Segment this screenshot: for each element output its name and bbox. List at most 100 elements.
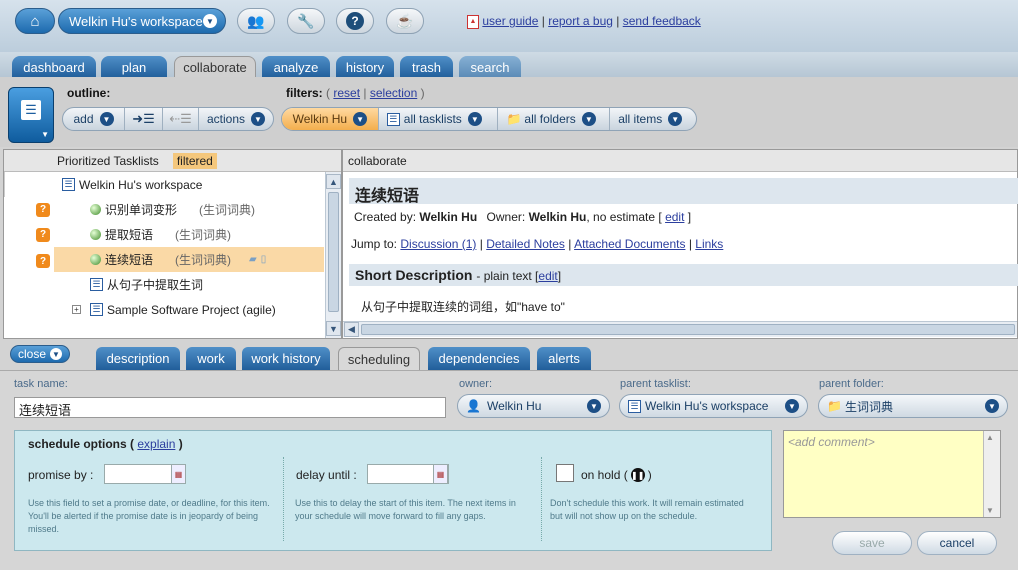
tab-dependencies[interactable]: dependencies (428, 347, 530, 370)
created-label: Created by: (354, 210, 417, 224)
tree-row-project[interactable]: + ☰ Sample Software Project (agile) (4, 297, 324, 322)
separator: | (363, 86, 367, 100)
horizontal-scrollbar[interactable]: ◀ (343, 321, 1017, 337)
edit-description-link[interactable]: edit (538, 269, 557, 283)
tab-alerts[interactable]: alerts (537, 347, 591, 370)
close-button[interactable]: close ▼ (10, 345, 70, 363)
scroll-thumb[interactable] (328, 192, 339, 312)
on-hold-checkbox[interactable] (556, 464, 574, 482)
detailed-notes-link[interactable]: Detailed Notes (486, 237, 565, 251)
user-guide-link[interactable]: user guide (482, 14, 538, 28)
tree-row-task[interactable]: ? 识别单词变形 (生词词典) (4, 197, 324, 222)
priority-question-icon: ? (36, 202, 50, 217)
calendar-icon[interactable]: ▦ (171, 464, 186, 484)
created-by-value: Welkin Hu (419, 210, 478, 224)
owner-select[interactable]: 👤 Welkin Hu ▼ (457, 394, 610, 418)
tasklist-panel: Prioritized Tasklists filtered ☰ Welkin … (3, 149, 342, 339)
scroll-down-icon[interactable]: ▼ (986, 506, 994, 515)
tab-plan[interactable]: plan (101, 56, 167, 78)
reset-filters-link[interactable]: reset (333, 86, 360, 100)
parent-tasklist-select[interactable]: ☰ Welkin Hu's workspace ▼ (619, 394, 808, 418)
tab-description[interactable]: description (96, 347, 180, 370)
tasklist-filter-button[interactable]: ☰ all tasklists ▼ (379, 108, 499, 130)
save-button[interactable]: save (832, 531, 912, 555)
estimate-text: , no estimate [ (586, 210, 662, 224)
tools-button[interactable]: 🔧 (287, 8, 325, 34)
scroll-down-icon[interactable]: ▼ (326, 321, 341, 336)
scroll-up-icon[interactable]: ▲ (986, 433, 994, 442)
indent-icon: ➜☰ (132, 111, 155, 126)
tab-dashboard[interactable]: dashboard (12, 56, 96, 78)
owner-label: Owner: (486, 210, 526, 224)
chevron-down-icon: ▼ (581, 112, 596, 126)
collaborate-panel: collaborate 连续短语 Created by: Welkin Hu O… (342, 149, 1018, 339)
tree-row-task-selected[interactable]: 连续短语 (生词词典) ▰ ▯ (54, 247, 324, 272)
chevron-down-icon: ▼ (41, 130, 49, 139)
selection-filter-link[interactable]: selection (370, 86, 417, 100)
priority-question-icon: ? (36, 254, 50, 268)
discussion-link[interactable]: Discussion (1) (400, 237, 476, 251)
task-name-input[interactable]: 连续短语 (14, 397, 446, 418)
tab-search[interactable]: search (459, 56, 521, 78)
send-feedback-link[interactable]: send feedback (623, 14, 701, 28)
tab-scheduling[interactable]: scheduling (338, 347, 420, 371)
link-separator: | (541, 14, 545, 28)
owner-filter-label: Welkin Hu (292, 112, 348, 126)
help-button[interactable]: ? (336, 8, 374, 34)
coffee-button[interactable]: ☕ (386, 8, 424, 34)
people-button[interactable]: 👥 (237, 8, 275, 34)
scroll-left-icon[interactable]: ◀ (344, 322, 359, 337)
question-icon: ? (346, 12, 364, 30)
explain-link[interactable]: explain (137, 437, 175, 451)
add-button[interactable]: add ▼ (63, 108, 125, 130)
links-link[interactable]: Links (695, 237, 723, 251)
tab-work[interactable]: work (186, 347, 236, 370)
edit-link[interactable]: edit (665, 210, 684, 224)
schedule-title: schedule options ( explain ) (28, 437, 183, 451)
tree-row-tasklist[interactable]: ☰ 从句子中提取生词 (4, 272, 324, 297)
cancel-button[interactable]: cancel (917, 531, 997, 555)
attached-documents-link[interactable]: Attached Documents (574, 237, 685, 251)
indent-button[interactable]: ➜☰ (125, 108, 163, 130)
outdent-button[interactable]: ⇠☰ (163, 108, 199, 130)
scroll-up-icon[interactable]: ▲ (326, 174, 341, 189)
separator: | (688, 237, 692, 251)
tree-row-workspace[interactable]: ☰ Welkin Hu's workspace (4, 172, 324, 197)
coffee-icon: ☕ (396, 12, 414, 29)
outline-icon: ☰ (21, 100, 41, 120)
promise-help: Use this field to set a promise date, or… (28, 498, 270, 534)
delay-help: Use this to delay the start of this item… (295, 498, 516, 521)
home-icon: ⌂ (30, 12, 40, 30)
tab-work-history[interactable]: work history (242, 347, 330, 370)
owner-filter-button[interactable]: Welkin Hu ▼ (282, 108, 379, 130)
actions-button[interactable]: actions ▼ (199, 108, 273, 130)
task-status-icon (90, 254, 101, 265)
tree-row-task[interactable]: ? 提取短语 (生词词典) (4, 222, 324, 247)
tab-collaborate[interactable]: collaborate (174, 56, 256, 78)
schedule-options-box: schedule options ( explain ) promise by … (14, 430, 772, 551)
tab-trash[interactable]: trash (400, 56, 453, 78)
home-button[interactable]: ⌂ (15, 8, 55, 34)
workspace-selector[interactable]: Welkin Hu's workspace ▼ (58, 8, 226, 34)
filters-label-row: filters: ( reset | selection ) (286, 86, 425, 100)
tab-history[interactable]: history (336, 56, 394, 78)
report-bug-link[interactable]: report a bug (548, 14, 613, 28)
tab-analyze[interactable]: analyze (262, 56, 330, 78)
wrench-icon: 🔧 (297, 12, 315, 29)
folder-filter-button[interactable]: 📁 all folders ▼ (498, 108, 611, 130)
panel-title: Prioritized Tasklists (57, 153, 159, 168)
scroll-thumb[interactable] (361, 324, 1015, 335)
calendar-icon[interactable]: ▦ (433, 464, 448, 484)
outline-view-button[interactable]: ☰ ▼ (8, 87, 54, 143)
tasklist-filter-label: all tasklists (403, 112, 462, 126)
parent-folder-select[interactable]: 📁 生词词典 ▼ (818, 394, 1008, 418)
pause-icon: ❚❚ (630, 468, 645, 482)
tree-scrollbar[interactable]: ▲ ▼ (325, 172, 341, 338)
items-filter-button[interactable]: all items ▼ (610, 108, 696, 130)
chevron-down-icon: ▼ (985, 399, 999, 413)
owner-value: Welkin Hu (486, 399, 542, 413)
comment-scrollbar[interactable]: ▲ ▼ (983, 431, 1000, 517)
expand-icon[interactable]: + (72, 305, 81, 314)
delay-label: delay until : (296, 468, 357, 482)
comment-textarea[interactable]: <add comment> (783, 430, 1001, 518)
